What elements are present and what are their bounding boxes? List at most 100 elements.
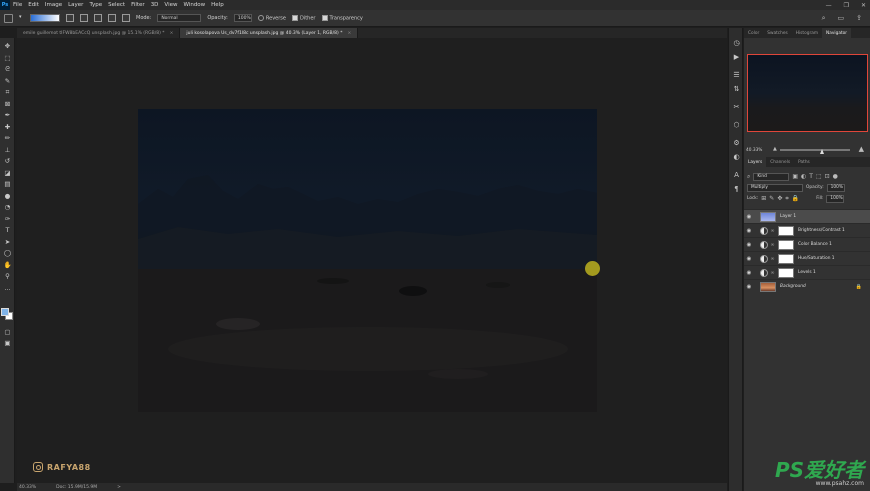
filter-smart-icon[interactable]: ⊡	[825, 173, 830, 180]
layer-name[interactable]: Levels 1	[798, 270, 816, 275]
history-icon[interactable]: ◷	[732, 38, 741, 47]
lock-artboard-icon[interactable]: ⌗	[785, 195, 788, 203]
layer-thumbnail[interactable]	[760, 281, 776, 292]
frame-icon[interactable]: ⊠	[3, 100, 12, 108]
zoom-slider-knob[interactable]	[820, 149, 824, 154]
tab-channels[interactable]: Channels	[766, 157, 794, 167]
mask-link-icon[interactable]: ∞	[770, 256, 775, 262]
path-select-icon[interactable]: ➤	[3, 238, 12, 246]
workspace-icon[interactable]: ▭	[838, 14, 845, 23]
search-icon[interactable]: ⌕	[822, 14, 826, 23]
paragraph-icon[interactable]: ¶	[732, 184, 741, 193]
filter-shape-icon[interactable]: ⬚	[816, 173, 822, 180]
menu-view[interactable]: View	[161, 2, 180, 8]
visibility-eye-icon[interactable]: ◉	[744, 256, 754, 262]
diamond-gradient-button[interactable]	[122, 14, 130, 22]
gradient-picker[interactable]	[30, 14, 60, 22]
foreground-color-swatch[interactable]	[1, 308, 9, 316]
layer-opacity-field[interactable]: 100%	[826, 183, 845, 192]
navigator-zoom-value[interactable]: 40.33%	[746, 148, 762, 153]
document-tab[interactable]: emile guillemot tIFW8bEACcQ unsplash.jpg…	[17, 28, 181, 38]
reflected-gradient-button[interactable]	[108, 14, 116, 22]
dither-option[interactable]: Dither	[291, 14, 316, 21]
filter-adjustment-icon[interactable]: ◐	[801, 173, 806, 180]
minimize-button[interactable]: —	[826, 2, 832, 9]
layer-name[interactable]: Background	[780, 284, 806, 289]
tool-preset-icon[interactable]	[4, 13, 13, 23]
menu-file[interactable]: File	[10, 2, 25, 8]
radial-gradient-button[interactable]	[80, 14, 88, 22]
layer-row[interactable]: ◉ Background 🔒	[744, 279, 870, 293]
document-canvas[interactable]	[138, 109, 597, 412]
zoom-out-icon[interactable]: ▲	[773, 146, 777, 152]
ellipse-icon[interactable]: ◯	[3, 249, 12, 257]
layer-thumbnail[interactable]	[760, 211, 776, 222]
screen-mode-icon[interactable]: ▣	[3, 339, 12, 347]
linear-gradient-button[interactable]	[66, 14, 74, 22]
visibility-eye-icon[interactable]: ◉	[744, 284, 754, 290]
quick-mask-icon[interactable]: ▢	[3, 328, 12, 336]
photoshop-logo[interactable]: Ps	[0, 0, 10, 10]
lock-all-icon[interactable]: 🔒	[792, 195, 799, 202]
properties-icon[interactable]: ☰	[732, 70, 741, 79]
adjustments-icon[interactable]: ⇅	[732, 84, 741, 93]
visibility-eye-icon[interactable]: ◉	[744, 270, 754, 276]
tool-preset-dropdown-icon[interactable]: ▾	[19, 14, 24, 23]
menu-select[interactable]: Select	[105, 2, 128, 8]
layer-thumbnail[interactable]	[778, 267, 794, 278]
lock-pixels-icon[interactable]: ✎	[769, 195, 774, 202]
actions-icon[interactable]: ▶	[732, 52, 741, 61]
filter-toggle-icon[interactable]: ●	[833, 173, 838, 180]
mask-link-icon[interactable]: ∞	[770, 270, 775, 276]
status-zoom[interactable]: 40.33%	[19, 485, 36, 490]
tool-presets-icon[interactable]: ✂	[732, 102, 741, 111]
layer-name[interactable]: Hue/Saturation 1	[798, 256, 835, 261]
character-icon[interactable]: A	[732, 170, 741, 179]
layer-row[interactable]: ◉ Layer 1	[744, 209, 870, 223]
tab-layers[interactable]: Layers	[744, 157, 767, 167]
blend-mode-select[interactable]: Multiply	[747, 183, 803, 192]
close-tab-icon[interactable]: ×	[170, 31, 174, 36]
tab-histogram[interactable]: Histogram	[792, 28, 822, 38]
layer-row[interactable]: ◉ ∞ Brightness/Contrast 1	[744, 223, 870, 237]
history-brush-icon[interactable]: ↺	[3, 157, 12, 165]
status-arrow[interactable]: >	[117, 485, 121, 490]
layer-row[interactable]: ◉ ∞ Hue/Saturation 1	[744, 251, 870, 265]
kind-select[interactable]: Kind	[753, 172, 790, 181]
layer-thumbnail[interactable]	[778, 239, 794, 250]
mode-select[interactable]: Normal	[157, 14, 202, 22]
menu-layer[interactable]: Layer	[65, 2, 86, 8]
share-icon[interactable]: ⇪	[856, 14, 862, 23]
move-icon[interactable]: ✥	[3, 42, 12, 50]
mask-link-icon[interactable]: ∞	[770, 242, 775, 248]
menu-filter[interactable]: Filter	[128, 2, 148, 8]
menu-edit[interactable]: Edit	[25, 2, 42, 8]
healing-icon[interactable]: ✚	[3, 123, 12, 131]
type-icon[interactable]: T	[3, 226, 12, 234]
stamp-icon[interactable]: ⊥	[3, 146, 12, 154]
lock-transparent-icon[interactable]: ⊞	[761, 195, 766, 202]
layer-name[interactable]: Color Balance 1	[798, 242, 832, 247]
layer-thumbnail[interactable]	[778, 253, 794, 264]
tab-paths[interactable]: Paths	[794, 157, 814, 167]
pen-icon[interactable]: ✑	[3, 215, 12, 223]
mask-link-icon[interactable]: ∞	[770, 228, 775, 234]
tab-navigator[interactable]: Navigator	[822, 28, 852, 38]
menu-help[interactable]: Help	[208, 2, 227, 8]
brush-icon[interactable]: ✏	[3, 134, 12, 142]
zoom-icon[interactable]: ⚲	[3, 272, 12, 280]
close-window-button[interactable]: ✕	[861, 2, 866, 9]
dodge-icon[interactable]: ◔	[3, 203, 12, 211]
zoom-slider[interactable]	[780, 149, 850, 154]
menu-image[interactable]: Image	[42, 2, 65, 8]
lock-position-icon[interactable]: ✥	[777, 195, 782, 202]
layer-row[interactable]: ◉ ∞ Color Balance 1	[744, 237, 870, 251]
3d-icon[interactable]: ⬡	[732, 120, 741, 129]
layer-name[interactable]: Brightness/Contrast 1	[798, 228, 845, 233]
gradient-icon[interactable]: ▤	[3, 180, 12, 188]
visibility-eye-icon[interactable]: ◉	[744, 214, 754, 220]
tab-swatches[interactable]: Swatches	[763, 28, 792, 38]
dither-checkbox[interactable]	[291, 14, 298, 21]
lasso-icon[interactable]: ᘓ	[3, 65, 12, 73]
visibility-eye-icon[interactable]: ◉	[744, 242, 754, 248]
